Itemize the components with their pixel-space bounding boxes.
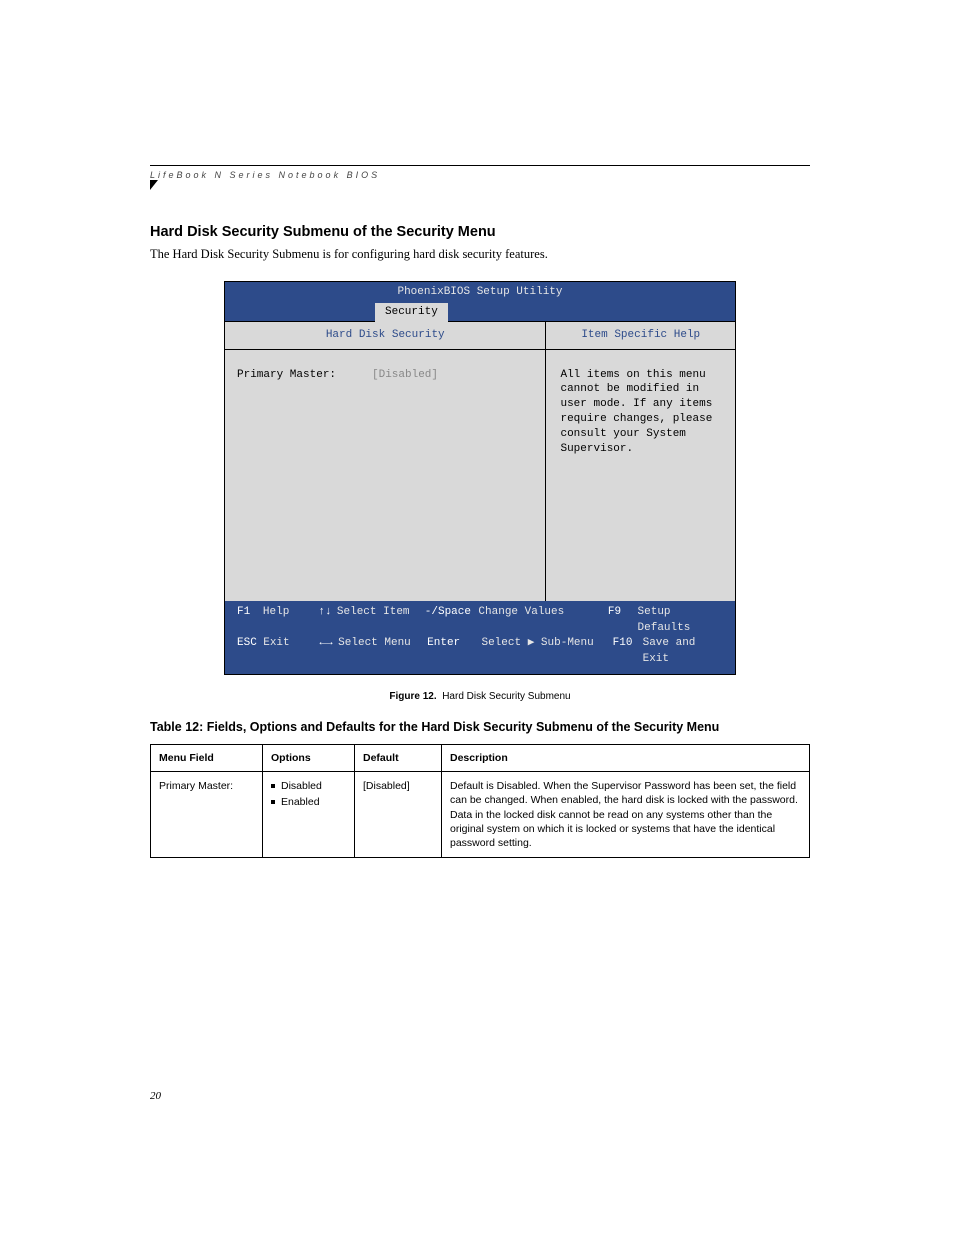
bios-footer: F1 Help ↑↓ Select Item -/Space Change Va… [225,601,735,675]
footer-key-f1: F1 [237,605,263,637]
cell-description: Default is Disabled. When the Supervisor… [442,772,810,858]
th-menu-field: Menu Field [151,745,263,772]
bios-utility-title: PhoenixBIOS Setup Utility [225,282,735,303]
intro-paragraph: The Hard Disk Security Submenu is for co… [150,246,810,263]
option-enabled: Enabled [271,795,346,809]
cell-field: Primary Master: [151,772,263,858]
footer-action-select-item: Select Item [337,605,425,637]
running-head: LifeBook N Series Notebook BIOS [150,165,810,180]
footer-action-setup-defaults: Setup Defaults [638,605,723,637]
bios-left-header: Hard Disk Security [225,322,545,350]
cell-default: [Disabled] [355,772,442,858]
header-triangle-mark [150,180,158,190]
section-title: Hard Disk Security Submenu of the Securi… [150,224,810,240]
options-table: Menu Field Options Default Description P… [150,744,810,858]
page-number: 20 [150,1090,161,1102]
option-disabled: Disabled [271,779,346,793]
bios-setting-row: Primary Master: [Disabled] [237,368,533,383]
bios-right-header: Item Specific Help [546,322,735,350]
th-options: Options [263,745,355,772]
footer-arrows-leftright: ←→ [319,636,338,668]
bios-setting-value: [Disabled] [372,368,438,383]
figure-label: Figure 12. [389,691,436,702]
bios-tab-security: Security [375,303,448,322]
footer-key-space: -/Space [425,605,479,637]
bios-setting-label: Primary Master: [237,368,372,383]
footer-label-help: Help [263,605,319,637]
bios-tab-bar: Security [225,303,735,321]
footer-key-enter: Enter [427,636,481,668]
th-default: Default [355,745,442,772]
figure-caption-text: Hard Disk Security Submenu [442,691,570,702]
table-title: Table 12: Fields, Options and Defaults f… [150,720,810,734]
figure-caption: Figure 12. Hard Disk Security Submenu [150,691,810,702]
footer-key-esc: ESC [237,636,263,668]
footer-label-exit: Exit [263,636,319,668]
footer-arrows-updown: ↑↓ [318,605,337,637]
bios-figure: PhoenixBIOS Setup Utility Security Hard … [224,281,736,675]
footer-action-select-menu: Select Menu [338,636,427,668]
table-row: Primary Master: Disabled Enabled [Disabl… [151,772,810,858]
footer-action-change-values: Change Values [478,605,608,637]
footer-action-select-submenu: Select ▶ Sub-Menu [481,636,612,668]
th-description: Description [442,745,810,772]
footer-key-f9: F9 [608,605,638,637]
bios-help-text: All items on this menu cannot be modifie… [546,350,735,601]
footer-action-save-exit: Save and Exit [643,636,723,668]
cell-options: Disabled Enabled [263,772,355,858]
footer-key-f10: F10 [613,636,643,668]
